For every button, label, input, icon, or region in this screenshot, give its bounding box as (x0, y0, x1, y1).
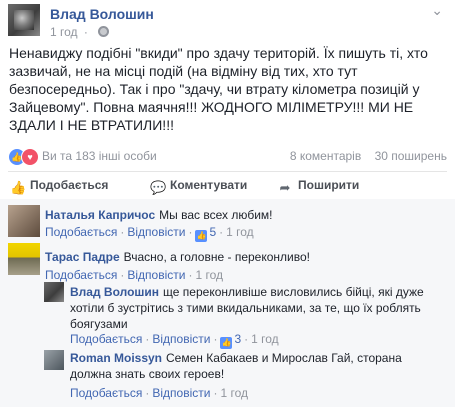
commenter-avatar[interactable] (8, 205, 40, 237)
comment-body: Наталья Капричос Мы вас всех любим! (45, 207, 445, 223)
comment-like-count[interactable]: 5 (209, 225, 216, 239)
comments-area: Наталья Капричос Мы вас всех любим! Подоб… (0, 199, 455, 407)
comment-icon: 💬 (150, 180, 167, 195)
share-icon: ➦ (279, 180, 291, 195)
action-bar: 👍 Подобається 💬 Коментувати ➦ Поширити (0, 178, 455, 198)
author-avatar[interactable] (8, 4, 40, 36)
reactions-summary[interactable]: Ви та 183 інші особи (42, 149, 157, 163)
comment-like-link[interactable]: Подобається (70, 332, 142, 346)
commenter-avatar[interactable] (8, 243, 40, 275)
comment: Наталья Капричос Мы вас всех любим! Подоб… (8, 205, 448, 245)
post-text: Ненавиджу подібні "вкиди" про здачу тери… (9, 45, 428, 133)
shares-count[interactable]: 30 поширень (375, 149, 447, 163)
reply: Roman Moissyn Семен Кабакаев и Мирослав Г… (44, 350, 448, 407)
post-time[interactable]: 1 год (50, 25, 78, 39)
comment-text-line-3: боягузами (70, 317, 128, 331)
author-name[interactable]: Влад Волошин (50, 6, 154, 22)
comment-text-line-2: хотіли б зустрітись з тими вкидальниками… (70, 301, 421, 315)
comment-actions: Подобається · Відповісти · 1 год (70, 386, 248, 400)
globe-icon (98, 26, 110, 37)
post-header: Влад Волошин 1 год · ⌄ (0, 0, 455, 44)
commenter-name[interactable]: Наталья Капричос (45, 208, 155, 222)
thumbs-up-icon: 👍 (10, 180, 27, 195)
commenter-name[interactable]: Roman Moissyn (70, 351, 162, 365)
reactions-row: 👍 ♥ Ви та 183 інші особи 8 коментарів 30… (0, 148, 455, 168)
share-button-label: Поширити (298, 178, 360, 192)
comment-reply-link[interactable]: Відповісти (127, 268, 185, 282)
divider (8, 171, 447, 172)
comment-actions: Подобається · Відповісти · 1 год (45, 268, 223, 282)
comment-time[interactable]: 1 год (195, 268, 223, 282)
comment: Тарас Падре Вчасно, а головне - переконли… (8, 243, 448, 283)
comment-like-link[interactable]: Подобається (70, 386, 142, 400)
comment-text-line-2: должна знать своих героев! (70, 367, 225, 381)
like-button[interactable]: 👍 Подобається (10, 178, 108, 195)
share-button[interactable]: ➦ Поширити (278, 178, 360, 195)
comment-line-1: Влад Волошин ще переконливіше висловились… (70, 284, 446, 300)
comment-like-count[interactable]: 3 (234, 332, 241, 346)
comment-time[interactable]: 1 год (220, 386, 248, 400)
comment-button-label: Коментувати (170, 178, 248, 192)
commenter-name[interactable]: Влад Волошин (70, 285, 159, 299)
comment-time[interactable]: 1 год (226, 225, 254, 239)
comment-text-line-1: Семен Кабакаев и Мирослав Гай, сторана (166, 351, 402, 365)
comment-reply-link[interactable]: Відповісти (152, 386, 210, 400)
comment-button[interactable]: 💬 Коментувати (150, 178, 247, 195)
comment-time[interactable]: 1 год (251, 332, 279, 346)
comment-text: Вчасно, а головне - переконливо! (123, 250, 310, 264)
comment-text: Мы вас всех любим! (159, 208, 273, 222)
post-stats: 8 коментарів 30 поширень (280, 149, 447, 163)
chevron-down-icon[interactable]: ⌄ (431, 2, 443, 19)
comment-body: Влад Волошин ще переконливіше висловились… (70, 284, 446, 332)
commenter-avatar[interactable] (44, 282, 64, 302)
comment-line-1: Roman Moissyn Семен Кабакаев и Мирослав Г… (70, 350, 446, 366)
reply: Влад Волошин ще переконливіше висловились… (44, 282, 448, 349)
like-icon: 👍 (195, 230, 208, 242)
post-meta: 1 год · (50, 25, 110, 39)
comment-body: Roman Moissyn Семен Кабакаев и Мирослав Г… (70, 350, 446, 382)
like-button-label: Подобається (30, 178, 109, 192)
comment-like-link[interactable]: Подобається (45, 268, 117, 282)
comment-actions: Подобається · Відповісти · 👍 3 · 1 год (70, 332, 279, 349)
commenter-avatar[interactable] (44, 350, 64, 370)
comment-actions: Подобається · Відповісти · 👍 5 · 1 год (45, 225, 254, 242)
comment-like-link[interactable]: Подобається (45, 225, 117, 239)
commenter-name[interactable]: Тарас Падре (45, 250, 120, 264)
comment-body: Тарас Падре Вчасно, а головне - переконли… (45, 249, 445, 265)
comment-reply-link[interactable]: Відповісти (127, 225, 185, 239)
love-icon[interactable]: ♥ (21, 148, 39, 166)
comment-text-line-1: ще переконливіше висловились бійці, які … (163, 285, 424, 299)
comment-reply-link[interactable]: Відповісти (152, 332, 210, 346)
comments-count[interactable]: 8 коментарів (290, 149, 361, 163)
like-icon: 👍 (220, 337, 233, 349)
